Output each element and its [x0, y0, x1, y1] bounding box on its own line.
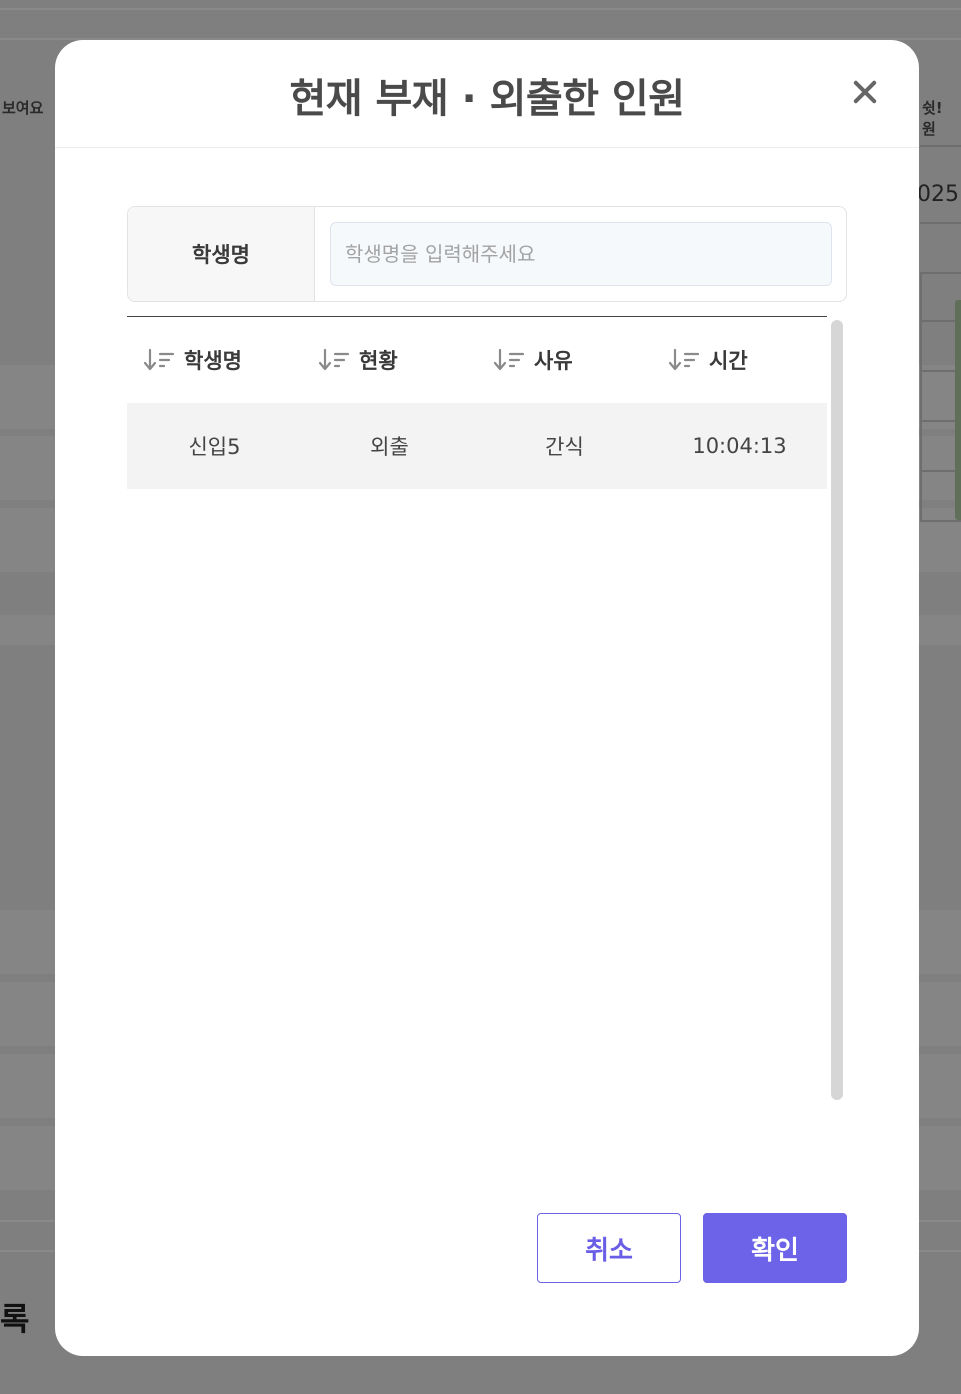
sort-descending-icon — [668, 348, 700, 371]
column-header-reason[interactable]: 사유 — [477, 345, 652, 375]
cell-time: 10:04:13 — [692, 434, 787, 458]
student-search-row: 학생명 — [127, 206, 847, 302]
search-input-wrapper — [315, 207, 846, 301]
sort-descending-icon — [318, 348, 350, 371]
sort-descending-icon — [493, 348, 525, 371]
cell-reason: 간식 — [545, 435, 584, 459]
cell-student-name: 신입5 — [188, 435, 241, 459]
table-row[interactable]: 신입5 외출 간식 10:04:13 — [127, 403, 827, 489]
table-header: 학생명 현황 사유 시간 — [127, 317, 827, 403]
bg-divider — [0, 8, 961, 10]
column-header-time[interactable]: 시간 — [652, 345, 827, 375]
search-label: 학생명 — [128, 207, 315, 301]
confirm-button[interactable]: 확인 — [703, 1213, 847, 1283]
bg-table-row-line — [920, 520, 961, 522]
bg-table-row-line — [920, 272, 961, 274]
student-name-input[interactable] — [330, 222, 832, 286]
sort-descending-icon — [143, 348, 175, 371]
bg-table-row-line — [920, 222, 961, 224]
absent-students-modal: 현재 부재 · 외출한 인원 학생명 학생명 현황 — [55, 40, 919, 1356]
column-header-label: 사유 — [534, 349, 573, 373]
cell-status: 외출 — [370, 435, 409, 459]
cancel-button[interactable]: 취소 — [537, 1213, 681, 1283]
bg-table-row-line — [920, 145, 961, 147]
bg-left-text: 보여요 — [2, 99, 44, 117]
column-header-student-name[interactable]: 학생명 — [127, 345, 302, 375]
bg-green-panel-edge — [955, 300, 961, 520]
column-header-label: 시간 — [709, 349, 748, 373]
modal-header: 현재 부재 · 외출한 인원 — [55, 40, 919, 148]
bg-year-text: 025 — [917, 182, 959, 207]
column-header-status[interactable]: 현황 — [302, 345, 477, 375]
close-icon[interactable] — [851, 78, 879, 106]
column-header-label: 학생명 — [184, 349, 242, 373]
modal-title: 현재 부재 · 외출한 인원 — [289, 76, 685, 122]
absent-students-table: 학생명 현황 사유 시간 신입5 외출 간식 10:04:13 — [127, 316, 827, 489]
column-header-label: 현황 — [359, 349, 398, 373]
table-scrollbar[interactable] — [831, 320, 843, 1100]
bg-right-text: 쉿! 원 — [922, 99, 943, 138]
bg-section-heading: 록 — [0, 1300, 30, 1338]
